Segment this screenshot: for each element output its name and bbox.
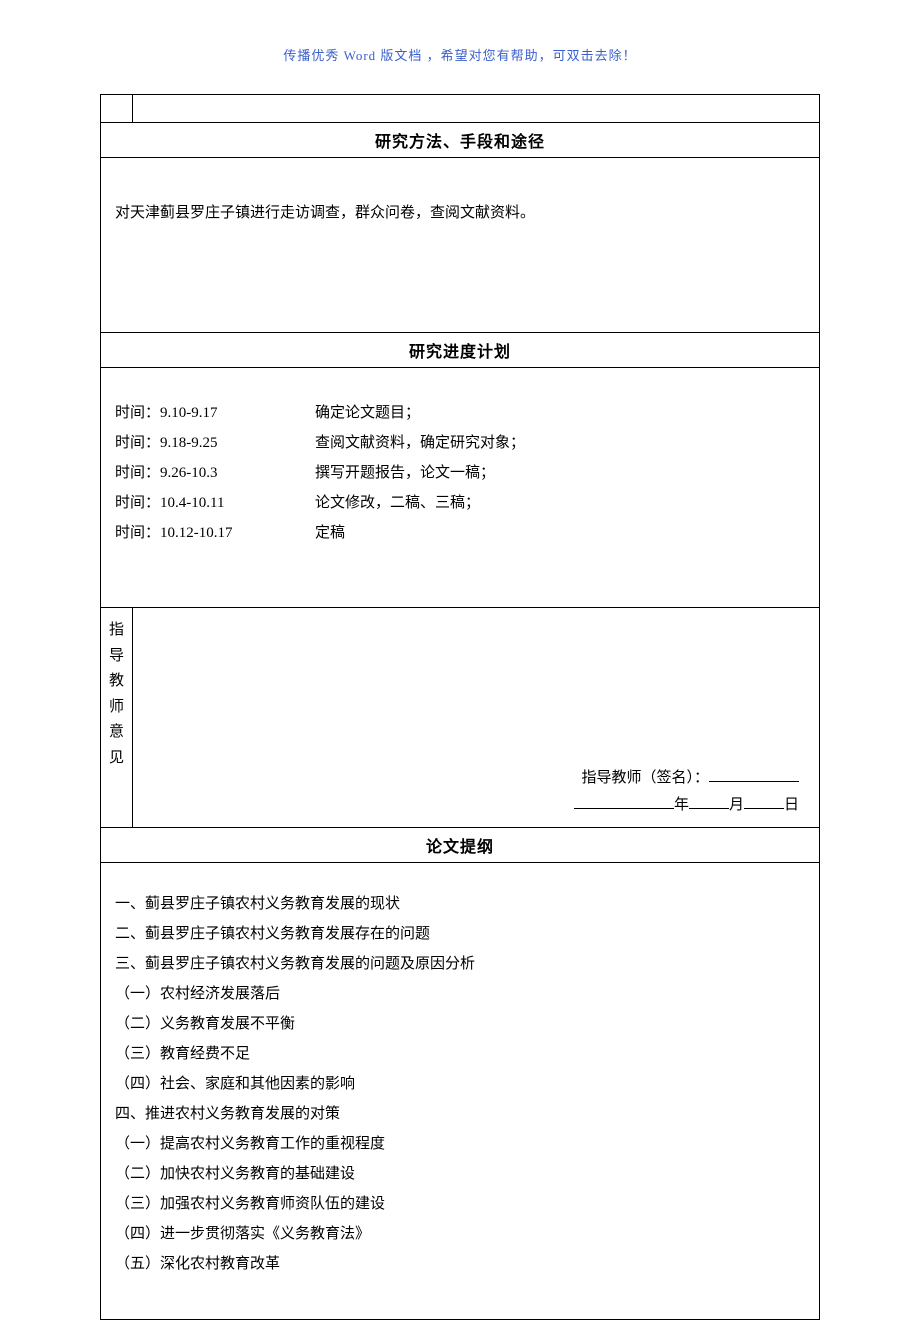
advisor-label-char: 指 [101,618,132,644]
advisor-label-char: 教 [101,669,132,695]
signature-underline[interactable] [709,767,799,782]
schedule-task: 确定论文题目； [315,398,420,428]
advisor-label-char: 见 [101,746,132,772]
outline-title: 论文提纲 [101,828,820,863]
advisor-row: 指 导 教 师 意 见 指导教师（签名）： 年 月 日 [101,608,820,828]
top-row [101,95,820,123]
schedule-line: 时间：9.26-10.3 撰写开题报告，论文一稿； [115,458,805,488]
schedule-time: 时间：9.26-10.3 [115,458,315,488]
schedule-task: 撰写开题报告，论文一稿； [315,458,495,488]
outline-content-row: 一、蓟县罗庄子镇农村义务教育发展的现状 二、蓟县罗庄子镇农村义务教育发展存在的问… [101,863,820,1320]
outline-header-row: 论文提纲 [101,828,820,863]
advisor-label-char: 师 [101,695,132,721]
outline-item: 一、蓟县罗庄子镇农村义务教育发展的现状 [115,889,805,919]
outline-item: （一）提高农村义务教育工作的重视程度 [115,1129,805,1159]
progress-content-row: 时间：9.10-9.17 确定论文题目； 时间：9.18-9.25 查阅文献资料… [101,368,820,608]
document-table: 研究方法、手段和途径 对天津蓟县罗庄子镇进行走访调查，群众问卷，查阅文献资料。 … [100,94,820,1320]
advisor-label-char: 意 [101,720,132,746]
year-underline[interactable] [574,794,674,809]
top-row-cell2 [133,95,820,123]
schedule-line: 时间：9.18-9.25 查阅文献资料，确定研究对象； [115,428,805,458]
outline-item: （二）义务教育发展不平衡 [115,1009,805,1039]
schedule-task: 定稿 [315,518,345,548]
date-line: 年月日 [574,792,799,819]
outline-item: （五）深化农村教育改革 [115,1249,805,1279]
day-underline[interactable] [744,794,784,809]
outline-item: （四）进一步贯彻落实《义务教育法》 [115,1219,805,1249]
header-notice: 传播优秀 Word 版文档 ，希望对您有帮助，可双击去除！ [0,0,920,94]
outline-content: 一、蓟县罗庄子镇农村义务教育发展的现状 二、蓟县罗庄子镇农村义务教育发展存在的问… [101,863,820,1320]
signature-block: 指导教师（签名）： 年 月 日 [574,765,799,819]
signature-line: 指导教师（签名）： [574,765,799,792]
month-underline[interactable] [689,794,729,809]
advisor-content-cell: 指导教师（签名）： 年 月 日 [133,608,820,828]
methods-header-row: 研究方法、手段和途径 [101,123,820,158]
schedule-line: 时间：10.4-10.11 论文修改，二稿、三稿； [115,488,805,518]
schedule-line: 时间：9.10-9.17 确定论文题目； [115,398,805,428]
schedule-task: 论文修改，二稿、三稿； [315,488,480,518]
progress-title: 研究进度计划 [101,333,820,368]
schedule-time: 时间：9.10-9.17 [115,398,315,428]
advisor-label-char: 导 [101,644,132,670]
year-label: 年 [674,797,689,813]
outline-item: （四）社会、家庭和其他因素的影响 [115,1069,805,1099]
schedule-time: 时间：10.4-10.11 [115,488,315,518]
outline-item: （三）加强农村义务教育师资队伍的建设 [115,1189,805,1219]
methods-content-row: 对天津蓟县罗庄子镇进行走访调查，群众问卷，查阅文献资料。 [101,158,820,333]
day-label: 日 [784,797,799,813]
signature-label: 指导教师（签名）： [581,770,709,786]
methods-title: 研究方法、手段和途径 [101,123,820,158]
advisor-label-cell: 指 导 教 师 意 见 [101,608,133,828]
schedule-time: 时间：9.18-9.25 [115,428,315,458]
schedule-line: 时间：10.12-10.17 定稿 [115,518,805,548]
outline-item: 四、推进农村义务教育发展的对策 [115,1099,805,1129]
outline-item: 三、蓟县罗庄子镇农村义务教育发展的问题及原因分析 [115,949,805,979]
outline-item: （一）农村经济发展落后 [115,979,805,1009]
methods-content: 对天津蓟县罗庄子镇进行走访调查，群众问卷，查阅文献资料。 [101,158,820,333]
outline-item: 二、蓟县罗庄子镇农村义务教育发展存在的问题 [115,919,805,949]
outline-item: （二）加快农村义务教育的基础建设 [115,1159,805,1189]
top-row-cell1 [101,95,133,123]
month-label: 月 [729,797,744,813]
outline-item: （三）教育经费不足 [115,1039,805,1069]
schedule-task: 查阅文献资料，确定研究对象； [315,428,525,458]
schedule-time: 时间：10.12-10.17 [115,518,315,548]
progress-header-row: 研究进度计划 [101,333,820,368]
progress-content: 时间：9.10-9.17 确定论文题目； 时间：9.18-9.25 查阅文献资料… [101,368,820,608]
